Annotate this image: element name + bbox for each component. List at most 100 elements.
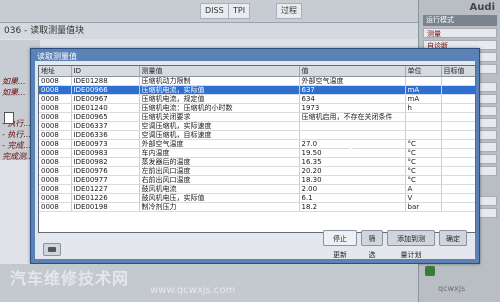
cell-unit: °C [405, 139, 442, 149]
cell-value: 外部空气温度 [299, 76, 406, 86]
cell-unit: mA [405, 85, 442, 95]
col-header-measurement[interactable]: 测量值 [139, 66, 300, 77]
cell-target [441, 139, 475, 149]
checkbox[interactable] [4, 112, 14, 124]
cell-unit [405, 76, 442, 86]
cell-address: 0008 [39, 184, 72, 194]
operating-mode-header: 运行模式 [423, 15, 497, 26]
cell-id: IDE00982 [71, 157, 140, 167]
background-toolbar: DISS TPI 过程 [0, 0, 420, 23]
table-row[interactable]: 0008 IDE00198 制冷剂压力 18.2 bar [39, 202, 475, 212]
table-row[interactable]: 0008 IDE06337 空调压缩机，实际速度 [39, 121, 475, 131]
cell-id: IDE01226 [71, 193, 140, 203]
table-row[interactable]: 0008 IDE00973 外部空气温度 27.0 °C [39, 139, 475, 149]
cell-unit [405, 130, 442, 140]
cell-target [441, 112, 475, 122]
table-row[interactable]: 0008 IDE00982 蒸发器后的温度 16.35 °C [39, 157, 475, 167]
cell-target [441, 184, 475, 194]
cell-id: IDE00965 [71, 112, 140, 122]
cell-address: 0008 [39, 130, 72, 140]
cell-measurement: 压缩机电流，规定值 [139, 94, 300, 104]
print-button[interactable] [43, 243, 61, 256]
cell-measurement: 外部空气温度 [139, 139, 300, 149]
cell-measurement: 制冷剂压力 [139, 202, 300, 212]
cell-address: 0008 [39, 112, 72, 122]
table-row[interactable]: 0008 IDE00965 压缩机关闭要求 压缩机启用，不存在关闭条件 [39, 112, 475, 122]
cell-target [441, 76, 475, 86]
table-row[interactable]: 0008 IDE01226 鼓风机电压，实际值 6.1 V [39, 193, 475, 203]
table-row[interactable]: 0008 IDE00976 左前出风口温度 20.20 °C [39, 166, 475, 176]
cell-measurement: 鼓风机电流 [139, 184, 300, 194]
cell-unit: A [405, 184, 442, 194]
cell-unit [405, 112, 442, 122]
cell-address: 0008 [39, 76, 72, 86]
cell-address: 0008 [39, 103, 72, 113]
cell-target [441, 130, 475, 140]
cell-id: IDE00973 [71, 139, 140, 149]
cell-measurement: 空调压缩机，实际速度 [139, 121, 300, 131]
cell-address: 0008 [39, 166, 72, 176]
cell-measurement: 压缩机关闭要求 [139, 112, 300, 122]
cell-measurement: 左前出风口温度 [139, 166, 300, 176]
cell-id: IDE00983 [71, 148, 140, 158]
cell-target [441, 148, 475, 158]
printer-icon [48, 247, 56, 252]
cell-unit: °C [405, 166, 442, 176]
cell-value: 压缩机启用，不存在关闭条件 [299, 112, 406, 122]
cell-unit: bar [405, 202, 442, 212]
cell-unit: V [405, 193, 442, 203]
brand-logo: Audi [469, 2, 495, 13]
cell-target [441, 157, 475, 167]
confirm-button[interactable]: 确定 [439, 230, 467, 246]
cell-value [299, 130, 406, 140]
tab-diss[interactable]: DISS [200, 3, 229, 19]
cell-value: 18.30 [299, 175, 406, 185]
cell-value: 1973 [299, 103, 406, 113]
tab-process[interactable]: 过程 [276, 3, 302, 19]
table-row[interactable]: 0008 IDE00977 右前出风口温度 18.30 °C [39, 175, 475, 185]
table-row[interactable]: 0008 IDE06336 空调压缩机，目标速度 [39, 130, 475, 140]
right-panel-item[interactable]: 测量 [423, 28, 497, 38]
cell-id: IDE01227 [71, 184, 140, 194]
table-row[interactable]: 0008 IDE01288 压缩机动力限制 外部空气温度 [39, 76, 475, 86]
cell-measurement: 车内温度 [139, 148, 300, 158]
cell-address: 0008 [39, 121, 72, 131]
col-header-unit[interactable]: 单位 [405, 66, 442, 77]
cell-value: 20.20 [299, 166, 406, 176]
measurement-dialog: 读取测量值 地址 ID 测量值 值 单位 目标值 0008 IDE01288 压… [30, 48, 480, 264]
go-icon[interactable] [425, 266, 435, 276]
col-header-target[interactable]: 目标值 [441, 66, 475, 77]
measurement-table: 地址 ID 测量值 值 单位 目标值 0008 IDE01288 压缩机动力限制 外部… [38, 65, 476, 233]
cell-target [441, 193, 475, 203]
add-to-plan-button[interactable]: 添加到测量计划 [387, 230, 435, 259]
table-header: 地址 ID 测量值 值 单位 目标值 [39, 66, 475, 77]
cell-target [441, 103, 475, 113]
cell-id: IDE00977 [71, 175, 140, 185]
table-row[interactable]: 0008 IDE01227 鼓风机电流 2.00 A [39, 184, 475, 194]
tab-tpi[interactable]: TPI [228, 3, 251, 19]
col-header-address[interactable]: 地址 [39, 66, 72, 77]
table-row[interactable]: 0008 IDE00966 压缩机电流，实际值 637 mA [39, 85, 475, 95]
col-header-value[interactable]: 值 [299, 66, 406, 77]
cell-measurement: 蒸发器后的温度 [139, 157, 300, 167]
filter-button[interactable]: 筛选 [361, 230, 383, 259]
cell-id: IDE01288 [71, 76, 140, 86]
watermark-title: 汽车维修技术网 [10, 269, 130, 288]
cell-address: 0008 [39, 175, 72, 185]
cell-measurement: 右前出风口温度 [139, 175, 300, 185]
dialog-body: 地址 ID 测量值 值 单位 目标值 0008 IDE01288 压缩机动力限制 外部… [35, 61, 476, 259]
table-row[interactable]: 0008 IDE01240 压缩机电流：压缩机的小时数 1973 h [39, 103, 475, 113]
cell-id: IDE00976 [71, 166, 140, 176]
table-row[interactable]: 0008 IDE00967 压缩机电流，规定值 634 mA [39, 94, 475, 104]
table-row[interactable]: 0008 IDE00983 车内温度 19.50 °C [39, 148, 475, 158]
cell-value: 637 [299, 85, 406, 95]
cell-value: 18.2 [299, 202, 406, 212]
cell-unit: °C [405, 157, 442, 167]
cell-target [441, 166, 475, 176]
cell-address: 0008 [39, 148, 72, 158]
col-header-id[interactable]: ID [71, 66, 140, 77]
cell-target [441, 94, 475, 104]
stop-update-button[interactable]: 停止更新 [323, 230, 357, 259]
cell-measurement: 压缩机电流：压缩机的小时数 [139, 103, 300, 113]
breadcrumb: 036 - 读取测量值块 [0, 23, 424, 39]
